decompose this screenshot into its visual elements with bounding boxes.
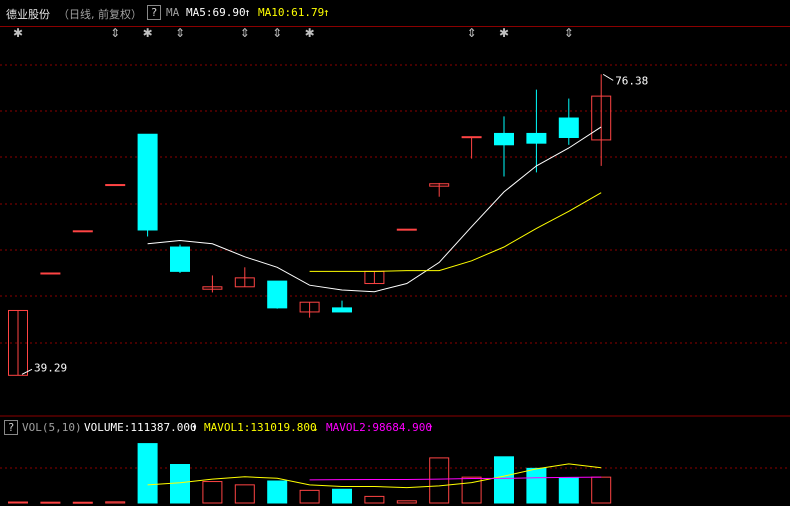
volume-bar xyxy=(234,484,255,504)
candle-body xyxy=(494,132,514,146)
volume-bar xyxy=(332,488,352,504)
candle-body xyxy=(396,228,417,231)
volume-bar xyxy=(170,464,190,504)
event-tick-icon: ⇕ xyxy=(467,26,477,40)
volume-header: ? VOL(5,10) VOLUME:111387.000 ↑ MAVOL1:1… xyxy=(0,418,790,436)
event-tick-icon: ⇕ xyxy=(110,26,120,40)
mavol1-arrow-icon: ↓ xyxy=(312,421,319,434)
candle-body xyxy=(105,184,126,187)
candle-body xyxy=(332,307,352,313)
candle-body xyxy=(137,133,158,231)
event-star-icon: ✱ xyxy=(143,26,153,40)
volume-bar xyxy=(494,456,514,504)
vol-label: VOL(5,10) xyxy=(22,421,82,434)
volume-help-button[interactable]: ? xyxy=(4,420,18,435)
event-tick-icon: ⇕ xyxy=(272,26,282,40)
volume-bar xyxy=(429,457,450,504)
volume-bar xyxy=(105,501,126,504)
mavol2-arrow-icon: ↑ xyxy=(427,421,434,434)
candle-body xyxy=(72,230,93,233)
event-star-icon: ✱ xyxy=(499,26,509,40)
mavol1-value: MAVOL1:131019.800 xyxy=(204,421,317,434)
volume-bar xyxy=(202,481,223,504)
event-star-icon: ✱ xyxy=(305,26,315,40)
candle-body xyxy=(558,117,579,138)
volume-bar xyxy=(267,480,288,504)
volume-arrow-icon: ↑ xyxy=(191,421,198,434)
low-label: 39.29 xyxy=(34,361,67,374)
candle-body xyxy=(170,246,190,272)
candle-body xyxy=(267,280,288,309)
volume-bar xyxy=(40,501,61,504)
volume-bar xyxy=(8,501,28,504)
volume-bar xyxy=(364,495,385,504)
event-tick-icon: ⇕ xyxy=(240,26,250,40)
event-star-icon: ✱ xyxy=(13,26,23,40)
mavol2-value: MAVOL2:98684.900 xyxy=(326,421,432,434)
candle-body xyxy=(526,132,547,144)
volume-bar xyxy=(396,500,417,504)
high-label: 76.38 xyxy=(615,74,648,87)
candle-body xyxy=(461,136,482,139)
candle-body xyxy=(40,272,61,275)
ma5-line xyxy=(147,126,602,293)
high-pointer xyxy=(602,73,614,81)
volume-bar xyxy=(137,443,158,504)
mavol2-line xyxy=(309,476,602,481)
volume-bar xyxy=(558,477,579,504)
volume-bar xyxy=(72,501,93,504)
volume-value: VOLUME:111387.000 xyxy=(84,421,197,434)
event-tick-icon: ⇕ xyxy=(175,26,185,40)
event-tick-icon: ⇕ xyxy=(564,26,574,40)
volume-bar xyxy=(299,489,320,504)
volume-bar xyxy=(526,467,547,504)
ma10-line xyxy=(309,192,602,272)
volume-bar xyxy=(591,476,612,504)
